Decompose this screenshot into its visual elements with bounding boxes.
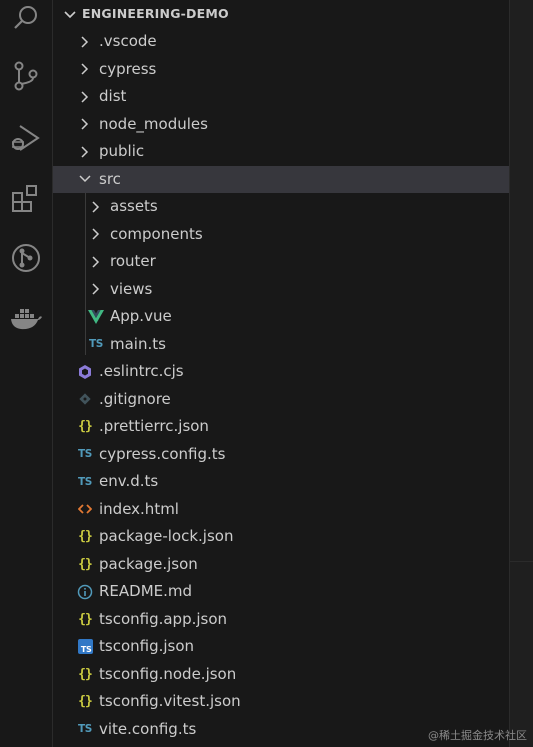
file-label: .prettierrc.json <box>99 417 209 435</box>
file-tsconfig-app-json[interactable]: {} tsconfig.app.json <box>53 606 509 633</box>
chevron-right-icon <box>75 83 95 110</box>
file-package-json[interactable]: {} package.json <box>53 551 509 578</box>
folder-public[interactable]: public <box>53 138 509 165</box>
json-icon: {} <box>78 529 93 544</box>
file-label: package-lock.json <box>99 527 234 545</box>
eslint-icon <box>75 358 95 385</box>
folder-src[interactable]: src <box>53 165 509 193</box>
git-icon <box>75 386 95 413</box>
chevron-right-icon <box>86 248 106 275</box>
file-label: .gitignore <box>99 389 171 408</box>
folder-vscode[interactable]: .vscode <box>53 28 509 55</box>
file-package-lock-json[interactable]: {} package-lock.json <box>53 523 509 550</box>
file-label: vite.config.ts <box>99 719 197 738</box>
chevron-right-icon <box>86 193 106 220</box>
folder-assets[interactable]: assets <box>53 193 509 220</box>
folder-label: public <box>99 142 145 160</box>
editor-edge <box>509 0 533 747</box>
file-label: tsconfig.vitest.json <box>99 692 241 710</box>
folder-label: src <box>99 169 121 188</box>
folder-label: components <box>110 224 203 243</box>
folder-label: assets <box>110 197 158 215</box>
file-prettierrc-json[interactable]: {} .prettierrc.json <box>53 413 509 440</box>
folder-components[interactable]: components <box>53 221 509 248</box>
json-icon: {} <box>78 666 93 682</box>
folder-label: cypress <box>99 59 157 78</box>
ts-icon: TS <box>77 723 93 735</box>
docker-icon[interactable] <box>0 292 52 344</box>
source-control-icon[interactable] <box>0 50 52 102</box>
file-gitignore[interactable]: .gitignore <box>53 386 509 413</box>
info-icon <box>75 578 95 605</box>
chevron-right-icon <box>75 138 95 165</box>
file-label: package.json <box>99 554 198 573</box>
json-icon: {} <box>78 419 93 434</box>
file-label: App.vue <box>110 307 172 325</box>
file-index-html[interactable]: index.html <box>53 496 509 523</box>
chevron-right-icon <box>75 56 95 83</box>
file-label: .eslintrc.cjs <box>99 362 184 380</box>
file-label: main.ts <box>110 334 166 353</box>
workspace-title: ENGINEERING-DEMO <box>82 6 229 21</box>
watermark: @稀土掘金技术社区 <box>428 729 527 742</box>
file-label: tsconfig.json <box>99 637 195 655</box>
file-label: tsconfig.app.json <box>99 609 228 628</box>
chevron-right-icon <box>86 221 106 248</box>
folder-router[interactable]: router <box>53 248 509 275</box>
file-label: index.html <box>99 499 179 518</box>
tsconfig-icon: TS <box>75 633 95 660</box>
extensions-icon[interactable] <box>0 172 52 224</box>
folder-label: dist <box>99 87 127 105</box>
search-icon[interactable] <box>0 0 52 44</box>
ts-icon: TS <box>88 338 104 350</box>
json-icon: {} <box>78 694 93 709</box>
ts-icon: TS <box>77 448 93 460</box>
folder-views[interactable]: views <box>53 276 509 303</box>
folder-label: .vscode <box>99 32 157 50</box>
vue-icon <box>86 303 106 330</box>
file-tsconfig-json[interactable]: TS tsconfig.json <box>53 633 509 660</box>
folder-node-modules[interactable]: node_modules <box>53 111 509 138</box>
chevron-right-icon <box>75 28 95 55</box>
file-main-ts[interactable]: TS main.ts <box>53 331 509 358</box>
folder-cypress[interactable]: cypress <box>53 56 509 83</box>
file-env-d-ts[interactable]: TS env.d.ts <box>53 468 509 495</box>
chevron-right-icon <box>75 111 95 138</box>
file-eslintrc-cjs[interactable]: .eslintrc.cjs <box>53 358 509 385</box>
git-graph-icon[interactable] <box>0 232 52 284</box>
file-tsconfig-vitest-json[interactable]: {} tsconfig.vitest.json <box>53 688 509 715</box>
file-tsconfig-node-json[interactable]: {} tsconfig.node.json <box>53 661 509 688</box>
folder-label: node_modules <box>99 114 208 133</box>
html-icon <box>75 496 95 523</box>
file-cypress-config-ts[interactable]: TS cypress.config.ts <box>53 441 509 468</box>
file-app-vue[interactable]: App.vue <box>53 303 509 330</box>
chevron-right-icon <box>86 276 106 303</box>
file-label: tsconfig.node.json <box>99 664 237 683</box>
folder-label: router <box>110 252 156 270</box>
run-debug-icon[interactable] <box>0 112 52 164</box>
file-label: env.d.ts <box>99 472 159 490</box>
chevron-down-icon <box>75 166 95 193</box>
chevron-down-icon <box>63 8 77 26</box>
explorer-panel: ENGINEERING-DEMO .vscode cypress dist node_… <box>53 0 509 747</box>
activity-bar <box>0 0 53 747</box>
file-label: README.md <box>99 582 193 600</box>
folder-dist[interactable]: dist <box>53 83 509 110</box>
file-readme-md[interactable]: README.md <box>53 578 509 605</box>
file-label: cypress.config.ts <box>99 444 226 463</box>
folder-label: views <box>110 279 153 298</box>
ts-icon: TS <box>77 475 93 488</box>
json-icon: {} <box>78 611 93 627</box>
json-icon: {} <box>78 556 93 572</box>
explorer-section-header[interactable]: ENGINEERING-DEMO <box>53 0 509 28</box>
